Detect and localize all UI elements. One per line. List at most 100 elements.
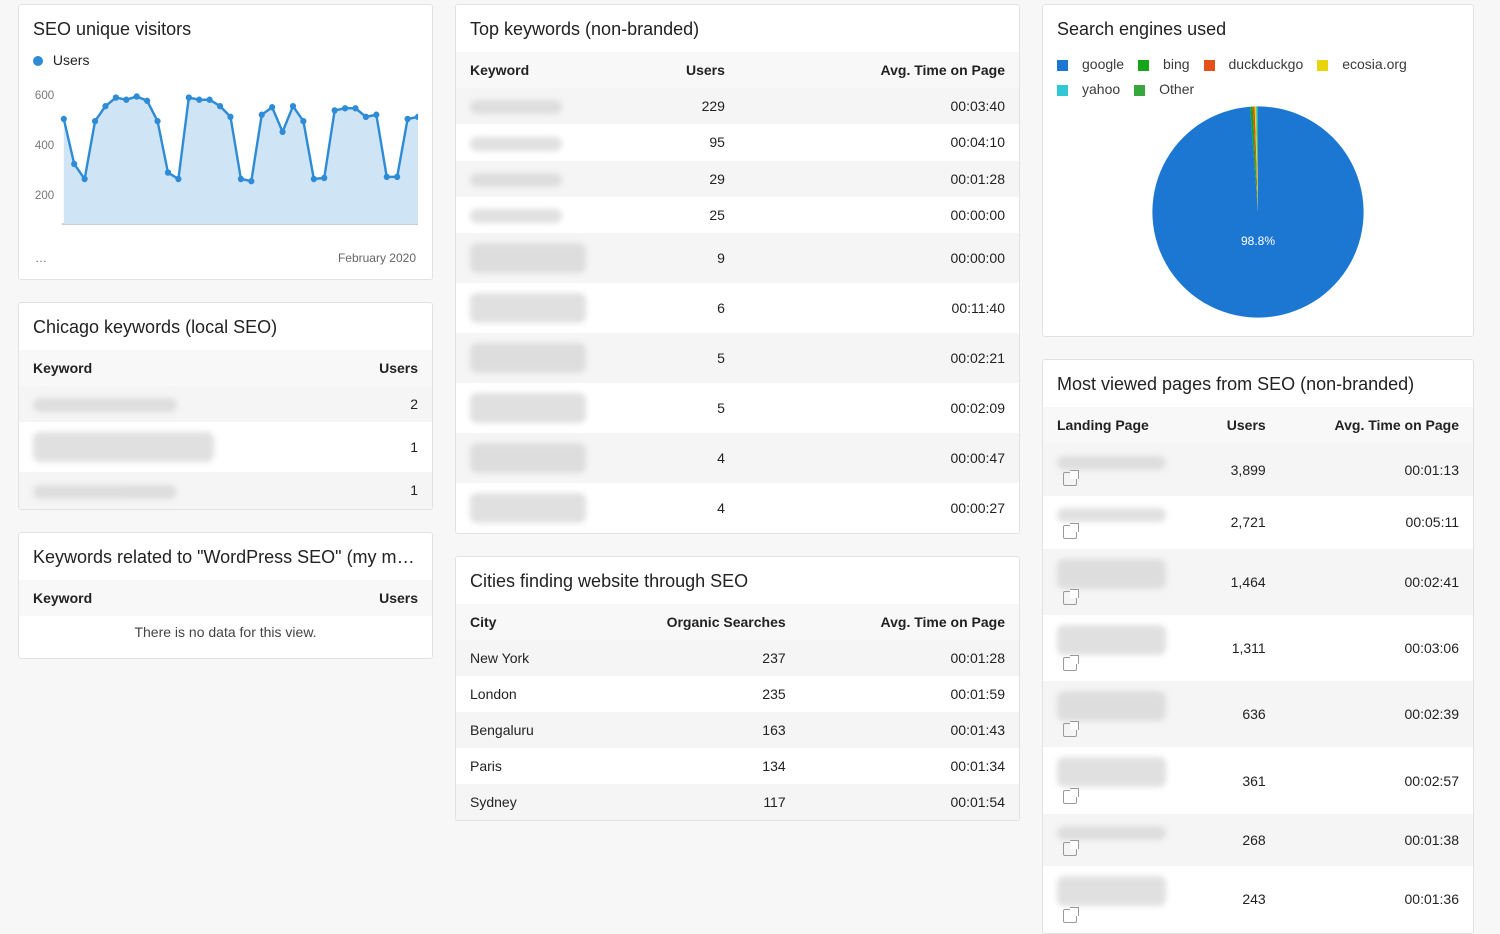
table-row[interactable]: London23500:01:59 (456, 676, 1019, 712)
redacted-text (470, 209, 562, 223)
table-row[interactable]: 36100:02:57 (1043, 747, 1473, 813)
legend-item[interactable]: bing (1138, 52, 1189, 77)
xaxis-start: … (35, 251, 47, 265)
search-engines-pie-chart[interactable] (1148, 102, 1368, 322)
ytick: 400 (35, 139, 55, 152)
external-link-icon[interactable] (1063, 591, 1077, 605)
table-row[interactable]: 1,31100:03:06 (1043, 615, 1473, 681)
card-title: Chicago keywords (local SEO) (19, 303, 432, 350)
table-row[interactable]: 1 (19, 472, 432, 508)
col-keyword[interactable]: Keyword (19, 580, 253, 616)
chart-legend: Users (33, 52, 418, 68)
redacted-text (470, 443, 586, 473)
col-users[interactable]: Users (253, 580, 432, 616)
external-link-icon[interactable] (1063, 723, 1077, 737)
legend-swatch-icon (1057, 60, 1068, 71)
table-row[interactable]: 24300:01:36 (1043, 866, 1473, 932)
external-link-icon[interactable] (1063, 909, 1077, 923)
table-row[interactable]: New York23700:01:28 (456, 640, 1019, 676)
col-time[interactable]: Avg. Time on Page (1280, 407, 1473, 443)
card-title: Search engines used (1043, 5, 1473, 52)
external-link-icon[interactable] (1063, 842, 1077, 856)
redacted-text (470, 137, 562, 151)
legend-swatch-icon (1317, 60, 1328, 71)
redacted-text (470, 243, 586, 273)
col-users[interactable]: Users (616, 52, 739, 88)
table-row[interactable]: 22900:03:40 (456, 88, 1019, 124)
redacted-text (470, 343, 586, 373)
table-row[interactable]: 1 (19, 422, 432, 472)
legend-swatch-icon (1134, 85, 1145, 96)
seo-visitors-title: SEO unique visitors (19, 5, 432, 52)
table-row[interactable]: 9500:04:10 (456, 124, 1019, 160)
redacted-text (1057, 559, 1166, 589)
card-title: Keywords related to "WordPress SEO" (my … (19, 533, 432, 580)
col-time[interactable]: Avg. Time on Page (800, 604, 1019, 640)
search-engines-card: Search engines used google bing duckduckgo… (1042, 4, 1474, 337)
table-row[interactable]: 900:00:00 (456, 233, 1019, 283)
wpseo-table: Keyword Users (19, 580, 432, 616)
top-keywords-table: Keyword Users Avg. Time on Page 22900:03… (456, 52, 1019, 533)
col-time[interactable]: Avg. Time on Page (739, 52, 1019, 88)
legend-item[interactable]: yahoo (1057, 77, 1120, 102)
pie-legend: google bing duckduckgo ecosia.org yahoo Other (1057, 52, 1459, 102)
visitors-line-chart[interactable]: 600 400 200 (33, 74, 418, 244)
table-row[interactable]: 400:00:47 (456, 433, 1019, 483)
table-row[interactable]: 2 (19, 386, 432, 422)
table-row[interactable]: 2500:00:00 (456, 197, 1019, 233)
col-keyword[interactable]: Keyword (19, 350, 253, 386)
redacted-text (470, 493, 586, 523)
col-users[interactable]: Users (253, 350, 432, 386)
pie-center-label: 98.8% (1241, 234, 1275, 248)
empty-state: There is no data for this view. (19, 616, 432, 658)
card-title: Cities finding website through SEO (456, 557, 1019, 604)
redacted-text (1057, 691, 1166, 721)
redacted-text (470, 293, 586, 323)
table-row[interactable]: 63600:02:39 (1043, 681, 1473, 747)
table-row[interactable]: 600:11:40 (456, 283, 1019, 333)
redacted-text (33, 398, 177, 412)
table-row[interactable]: 500:02:21 (456, 333, 1019, 383)
col-city[interactable]: City (456, 604, 588, 640)
redacted-text (33, 485, 177, 499)
wpseo-keywords-card: Keywords related to "WordPress SEO" (my … (18, 532, 433, 659)
xaxis-end: February 2020 (338, 251, 416, 265)
col-users[interactable]: Users (1195, 407, 1280, 443)
ytick: 600 (35, 89, 55, 102)
external-link-icon[interactable] (1063, 790, 1077, 804)
table-row[interactable]: 2,72100:05:11 (1043, 496, 1473, 549)
chicago-keywords-table: Keyword Users 211 (19, 350, 432, 509)
pages-table: Landing Page Users Avg. Time on Page 3,8… (1043, 407, 1473, 932)
legend-dot-icon (33, 56, 43, 66)
external-link-icon[interactable] (1063, 657, 1077, 671)
chicago-keywords-card: Chicago keywords (local SEO) Keyword Use… (18, 302, 433, 510)
table-row[interactable]: 2900:01:28 (456, 161, 1019, 197)
pages-card: Most viewed pages from SEO (non-branded)… (1042, 359, 1474, 933)
table-row[interactable]: 3,89900:01:13 (1043, 443, 1473, 496)
table-row[interactable]: 400:00:27 (456, 483, 1019, 533)
table-row[interactable]: Paris13400:01:34 (456, 748, 1019, 784)
col-searches[interactable]: Organic Searches (588, 604, 800, 640)
legend-item[interactable]: ecosia.org (1317, 52, 1407, 77)
external-link-icon[interactable] (1063, 525, 1077, 539)
legend-item[interactable]: Other (1134, 77, 1194, 102)
col-page[interactable]: Landing Page (1043, 407, 1195, 443)
ytick: 200 (35, 189, 55, 202)
top-keywords-card: Top keywords (non-branded) Keyword Users… (455, 4, 1020, 534)
legend-item[interactable]: google (1057, 52, 1124, 77)
card-title: Top keywords (non-branded) (456, 5, 1019, 52)
cities-card: Cities finding website through SEO City … (455, 556, 1020, 821)
col-keyword[interactable]: Keyword (456, 52, 616, 88)
table-row[interactable]: 26800:01:38 (1043, 814, 1473, 867)
legend-swatch-icon (1204, 60, 1215, 71)
external-link-icon[interactable] (1063, 472, 1077, 486)
redacted-text (33, 432, 214, 462)
table-row[interactable]: Bengaluru16300:01:43 (456, 712, 1019, 748)
table-row[interactable]: 500:02:09 (456, 383, 1019, 433)
table-row[interactable]: 1,46400:02:41 (1043, 549, 1473, 615)
table-row[interactable]: Sydney11700:01:54 (456, 784, 1019, 820)
legend-item[interactable]: duckduckgo (1204, 52, 1304, 77)
redacted-text (470, 173, 562, 187)
card-title: Most viewed pages from SEO (non-branded) (1043, 360, 1473, 407)
redacted-text (470, 393, 586, 423)
